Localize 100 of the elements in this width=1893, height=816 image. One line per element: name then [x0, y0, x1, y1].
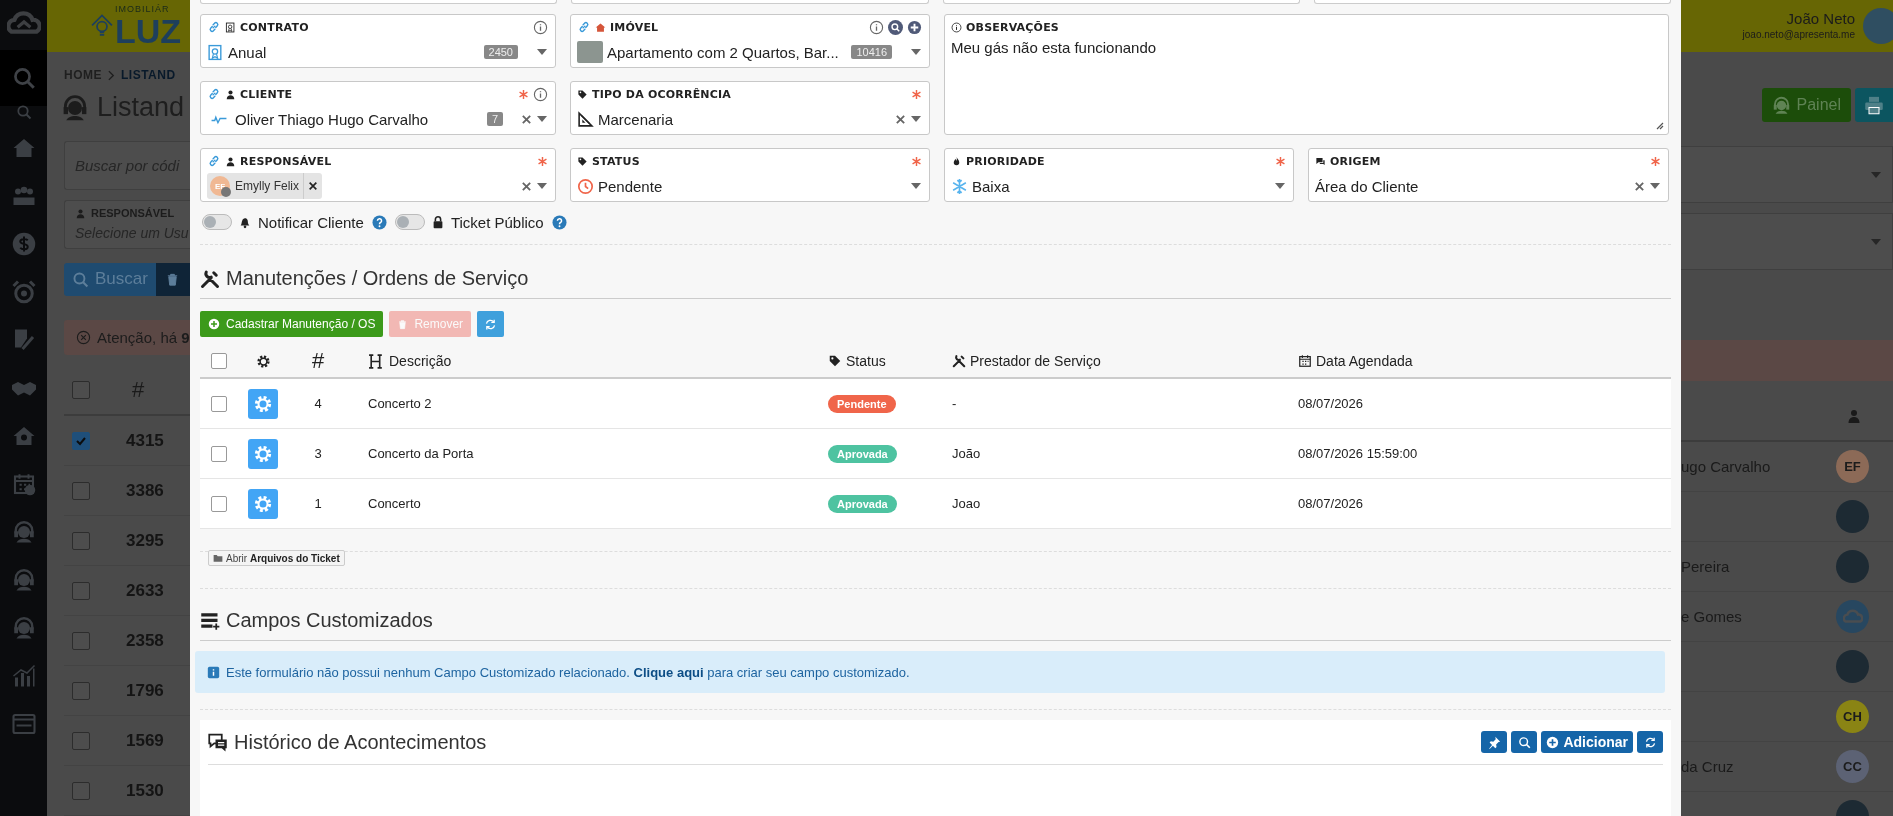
clear-icon[interactable] [1634, 180, 1645, 192]
checkbox[interactable] [72, 731, 90, 750]
checkbox[interactable] [72, 681, 90, 700]
table-cell: João [952, 446, 981, 461]
checkbox[interactable] [72, 531, 90, 550]
contract-icon [225, 21, 236, 33]
alert-text: Atenção, há 9 [97, 329, 190, 346]
user-email: joao.neto@apresenta.me [1742, 29, 1855, 42]
table-cell: 3 [314, 446, 322, 461]
people-icon[interactable] [11, 184, 36, 208]
headset-icon[interactable] [11, 568, 36, 592]
open-files-button[interactable]: Abrir Arquivos do Ticket [208, 550, 345, 566]
bar-chart-icon[interactable] [11, 664, 36, 688]
tag-select-field[interactable]: RESPONSÁVEL EF Emylly Felix [200, 148, 556, 202]
refresh-button[interactable] [1637, 731, 1663, 753]
add-button[interactable]: Adicionar [1541, 731, 1633, 753]
user-avatar[interactable] [1863, 8, 1893, 44]
select-field[interactable] [1681, 146, 1893, 203]
snowflake-icon [951, 177, 968, 195]
form-field[interactable] [200, 0, 558, 4]
checkbox[interactable] [72, 481, 90, 500]
search-icon[interactable] [888, 19, 903, 35]
toggle-label: Ticket Público [450, 213, 544, 231]
status-badge: Aprovada [828, 444, 897, 463]
tools-icon [200, 268, 220, 289]
checkbox[interactable] [72, 631, 90, 650]
form-field[interactable] [1313, 0, 1671, 4]
field-value: Apartamento com 2 Quartos, Bar... [607, 43, 839, 61]
refresh-button[interactable] [477, 311, 505, 337]
list-add-icon [200, 610, 220, 631]
table-cell: - [952, 396, 957, 411]
select-field[interactable]: IMÓVEL Apartamento com 2 Quartos, Bar... 10416 [570, 14, 930, 68]
calendar-clock-icon[interactable] [11, 472, 36, 496]
print-button[interactable] [1855, 88, 1893, 122]
clear-icon[interactable] [521, 180, 532, 192]
checkbox[interactable] [72, 581, 90, 600]
checkbox[interactable] [211, 445, 227, 462]
field-value: Área do Cliente [1315, 177, 1419, 195]
delete-button[interactable] [155, 262, 190, 296]
row-settings-button[interactable] [248, 488, 278, 519]
trash-icon [397, 318, 409, 330]
clear-icon[interactable] [895, 113, 906, 125]
house-search-icon[interactable] [11, 424, 36, 448]
row-settings-button[interactable] [248, 388, 278, 419]
dollar-icon[interactable] [11, 232, 36, 256]
form-field[interactable] [942, 0, 1300, 4]
tag-icon [577, 155, 588, 167]
row-settings-button[interactable] [248, 438, 278, 469]
logo-text: LUZ [115, 13, 182, 48]
select-field[interactable]: ORIGEM Área do Cliente [1308, 148, 1669, 202]
tools-icon [952, 354, 966, 368]
pin-button[interactable] [1481, 731, 1508, 753]
select-field[interactable]: CLIENTE Oliver Thiago Hugo Carvalho 7 [200, 81, 556, 135]
tag-label: Emylly Felix [235, 179, 299, 193]
headset-icon[interactable] [11, 616, 36, 640]
help-icon[interactable] [371, 214, 387, 230]
column-header: Data Agendada [1316, 353, 1413, 369]
refresh-icon [1643, 735, 1657, 749]
checkbox[interactable] [211, 395, 227, 412]
person-icon [75, 207, 86, 219]
web-window-icon[interactable] [11, 712, 36, 736]
checkbox[interactable] [72, 380, 90, 399]
headset-icon [1771, 95, 1791, 115]
section-title: Histórico de Acontecimentos [234, 730, 487, 754]
headset-icon[interactable] [11, 520, 36, 544]
add-icon[interactable] [907, 19, 922, 35]
field-label: STATUS [592, 154, 640, 168]
checkbox[interactable] [211, 353, 227, 369]
select-field[interactable]: PRIORIDADE Baixa [944, 148, 1294, 202]
help-icon[interactable] [551, 214, 567, 230]
select-field[interactable]: STATUS Pendente [570, 148, 930, 202]
photo-placeholder [577, 41, 603, 63]
column-header: Descrição [389, 353, 452, 369]
checkbox[interactable] [72, 431, 90, 450]
search-button[interactable] [1511, 731, 1538, 753]
clear-icon[interactable] [521, 113, 532, 125]
house-icon [595, 21, 606, 33]
add-maintenance-button[interactable]: Cadastrar Manutenção / OS [200, 311, 384, 337]
avatar: EF [1836, 450, 1869, 483]
error-circle-icon [76, 330, 91, 345]
alarm-clock-icon[interactable] [11, 280, 36, 304]
select-field[interactable]: CONTRATO Anual 2450 [200, 14, 556, 68]
resize-handle-icon[interactable] [1654, 120, 1664, 130]
form-field[interactable] [571, 0, 929, 4]
fire-icon [951, 155, 962, 167]
home-icon[interactable] [11, 136, 36, 160]
textarea-field[interactable]: OBSERVAÇÕES Meu gás não esta funcionando [944, 14, 1669, 135]
select-field[interactable] [1681, 213, 1893, 270]
heading-icon [368, 352, 385, 370]
toggle-switch[interactable] [394, 214, 425, 230]
gear-icon [253, 393, 273, 414]
info-message: Este formulário não possui nenhum Campo Customizado relacionado. Clique aqui para criar seu campo customizado. [226, 664, 910, 680]
select-field[interactable]: TIPO DA OCORRÊNCIA Marcenaria [570, 81, 930, 135]
checkbox[interactable] [211, 495, 227, 512]
avatar: CH [1836, 700, 1869, 733]
toggle-switch[interactable] [202, 214, 232, 230]
create-field-link[interactable]: Clique aqui [633, 664, 704, 680]
field-value: Baixa [972, 177, 1010, 195]
field-value: Meu gás não esta funcionando [951, 39, 1157, 56]
checkbox[interactable] [72, 781, 90, 800]
